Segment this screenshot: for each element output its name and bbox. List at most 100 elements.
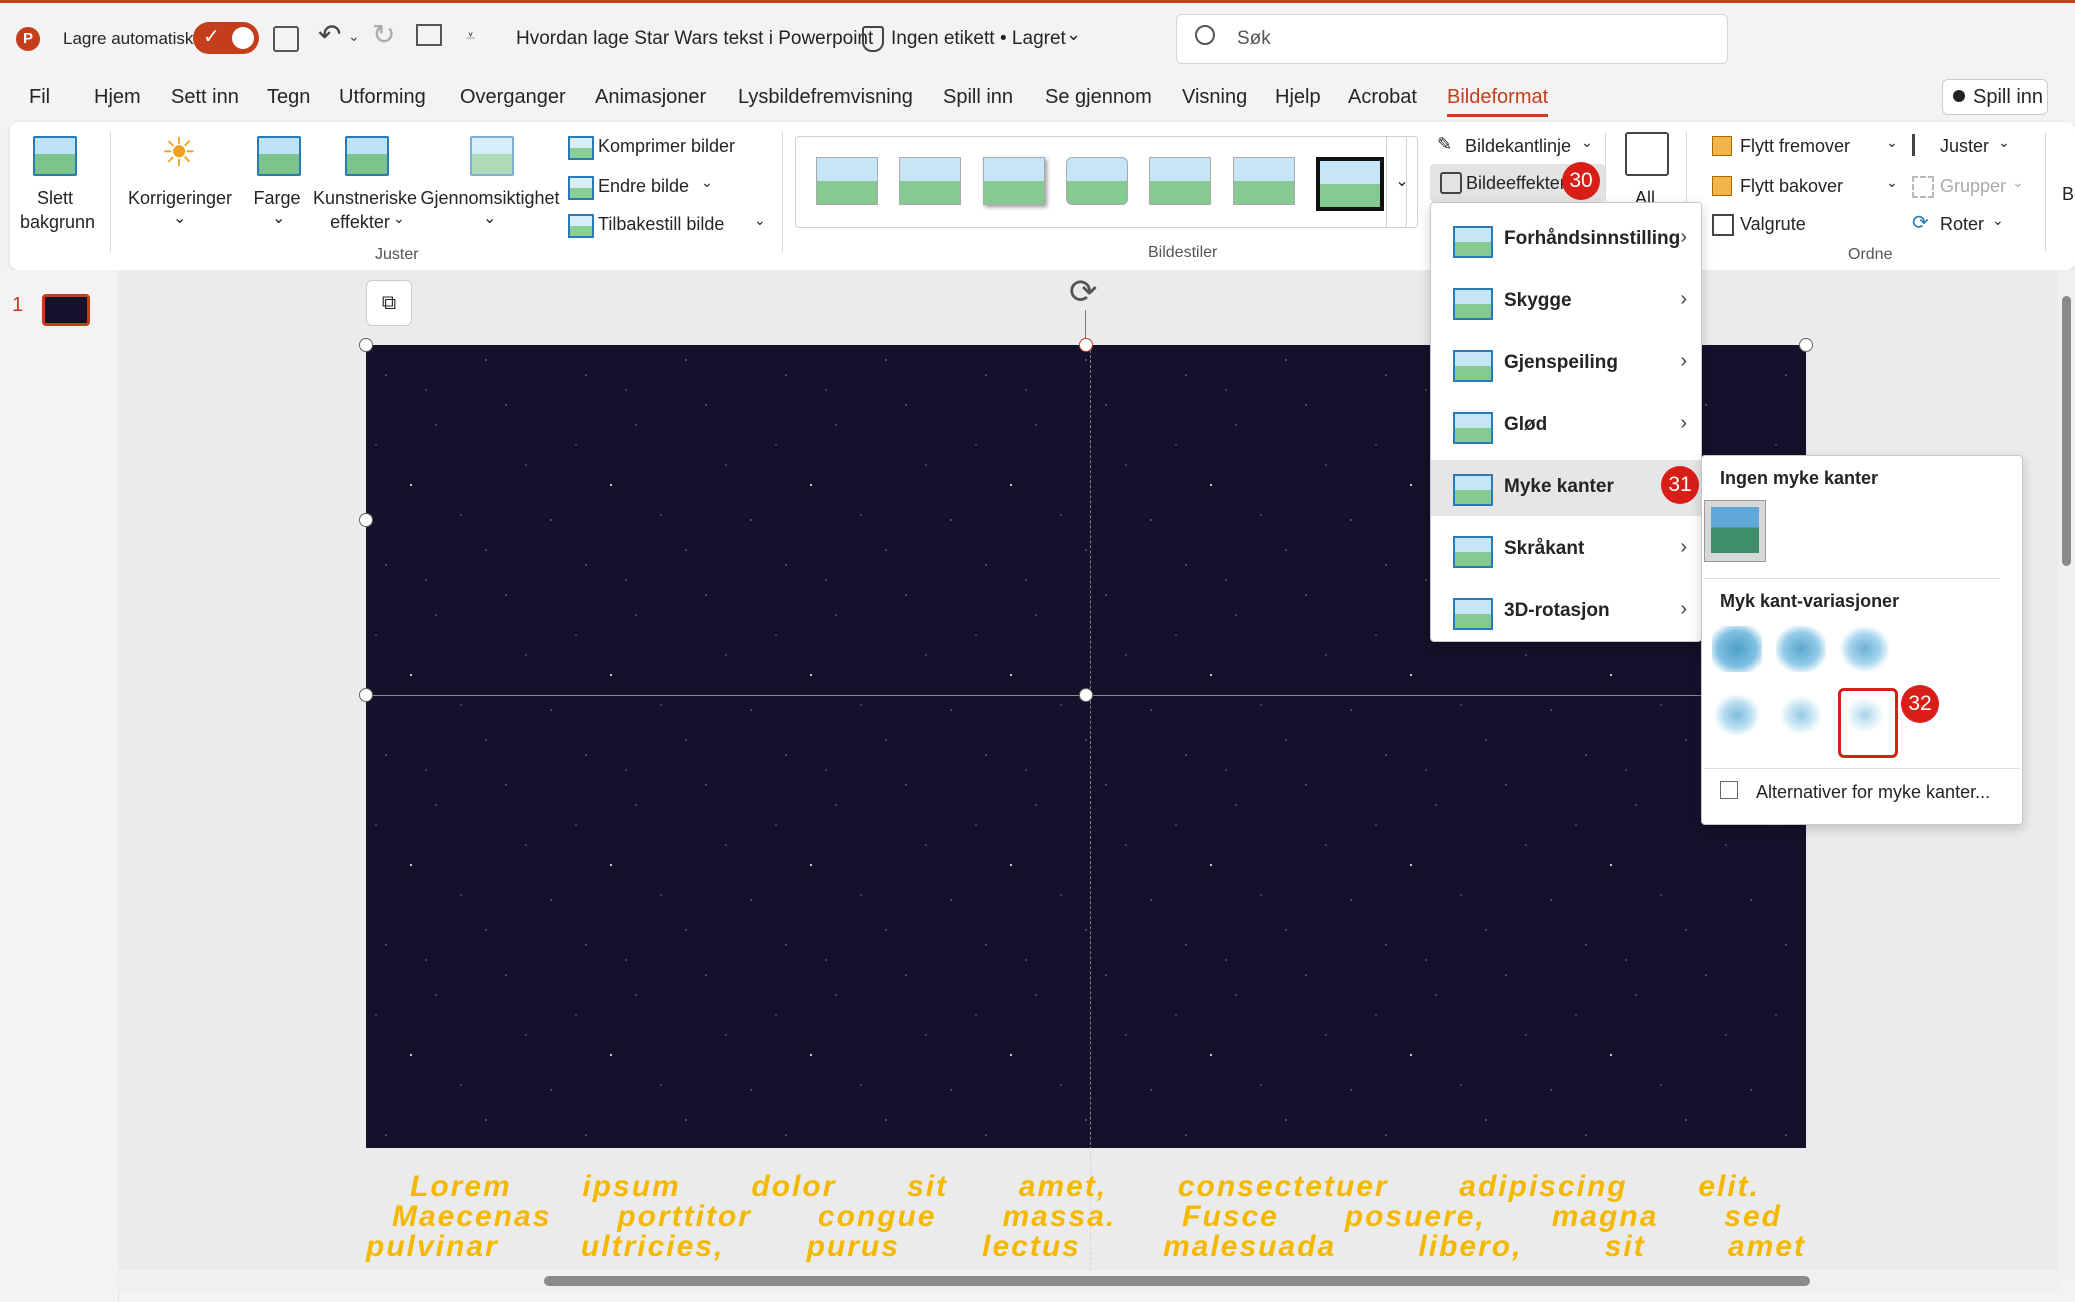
resize-handle-center[interactable] <box>1079 688 1093 702</box>
chevron-down-icon: ⌄ <box>701 174 713 190</box>
autosave-toggle[interactable]: ✓ <box>193 22 259 54</box>
present-icon[interactable] <box>416 24 442 46</box>
send-backward-button[interactable]: Flytt bakover ⌄ <box>1710 172 1910 202</box>
menu-item-glow[interactable]: Glød › <box>1431 398 1701 454</box>
tab-overganger[interactable]: Overganger <box>460 86 566 109</box>
soft-edge-option-3[interactable] <box>1840 626 1890 672</box>
resize-handle-w[interactable] <box>359 688 373 702</box>
tab-bildeformat[interactable]: Bildeformat <box>1447 86 1549 117</box>
align-button[interactable]: Juster ⌄ <box>1910 132 2020 162</box>
crawl-text-line-3[interactable]: pulvinar ultricies, purus lectus malesua… <box>366 1230 1806 1264</box>
redo-icon[interactable]: ↻ <box>372 18 395 51</box>
saved-status[interactable]: • Lagret <box>1000 28 1066 50</box>
record-icon <box>1953 90 1965 102</box>
cut-off-label: Be <box>2062 184 2075 204</box>
selection-pane-button[interactable]: Valgrute <box>1710 210 1840 240</box>
rotate-button[interactable]: ⟳ Roter ⌄ <box>1910 210 2020 240</box>
no-soft-edges-thumb <box>1711 507 1759 553</box>
crawl-text-line-2[interactable]: Maecenas porttitor congue massa. Fusce p… <box>392 1200 1782 1234</box>
soft-edge-option-4[interactable] <box>1712 692 1762 738</box>
change-picture-label: Endre bilde <box>598 176 690 196</box>
menu-item-bevel[interactable]: Skråkant › <box>1431 522 1701 578</box>
group-button[interactable]: Grupper ⌄ <box>1910 172 2030 202</box>
tab-lysbildefremvisning[interactable]: Lysbildefremvisning <box>738 86 913 109</box>
soft-edge-option-5[interactable] <box>1776 692 1826 738</box>
picture-border-label: Bildekantlinje <box>1465 136 1572 156</box>
crawl-text-line-1[interactable]: Lorem ipsum dolor sit amet, consectetuer… <box>410 1170 1760 1204</box>
options-checkbox[interactable] <box>1720 781 1738 799</box>
bring-forward-label: Flytt fremover <box>1740 136 1851 156</box>
resize-handle-ne[interactable] <box>1799 338 1813 352</box>
designer-icon[interactable]: ⧉ <box>366 280 412 326</box>
alt-text-icon <box>1625 132 1669 176</box>
picture-style-3[interactable] <box>983 157 1045 205</box>
slide-number: 1 <box>12 294 24 316</box>
soft-edge-options-link[interactable]: Alternativer for myke kanter... <box>1756 782 1990 803</box>
menu-item-preset[interactable]: Forhåndsinnstilling › <box>1431 212 1701 268</box>
no-soft-edges-option[interactable] <box>1704 500 1766 562</box>
menu-item-shadow[interactable]: Skygge › <box>1431 274 1701 330</box>
rotate-icon: ⟳ <box>1912 212 1929 234</box>
soft-edge-option-1[interactable] <box>1712 626 1762 672</box>
picture-styles-gallery[interactable] <box>795 136 1407 228</box>
soft-edge-option-2[interactable] <box>1776 626 1826 672</box>
compress-pictures-button[interactable]: Komprimer bilder <box>566 132 766 162</box>
horizontal-scrollbar[interactable] <box>118 1270 2058 1292</box>
resize-handle-nw[interactable] <box>359 338 373 352</box>
search-input[interactable]: Søk <box>1237 28 1271 50</box>
no-soft-edges-heading: Ingen myke kanter <box>1720 468 1879 488</box>
resize-handle-n[interactable] <box>1079 338 1093 352</box>
tab-fil[interactable]: Fil <box>29 86 50 109</box>
checkmark-icon: ✓ <box>203 26 220 48</box>
chevron-down-icon[interactable]: ⌄ <box>1066 24 1081 45</box>
bring-forward-button[interactable]: Flytt fremover ⌄ <box>1710 132 1910 162</box>
tab-hjelp[interactable]: Hjelp <box>1275 86 1321 109</box>
picture-style-2[interactable] <box>899 157 961 205</box>
search-icon <box>1195 25 1215 45</box>
menu-item-3d-rotation[interactable]: 3D-rotasjon › <box>1431 584 1701 640</box>
chevron-down-icon: ⌄ <box>1992 212 2004 228</box>
tab-utforming[interactable]: Utforming <box>339 86 426 109</box>
gallery-more-button[interactable]: ⌄ <box>1386 136 1418 228</box>
step-badge-31: 31 <box>1661 466 1699 504</box>
save-icon[interactable] <box>273 26 299 52</box>
picture-style-7[interactable] <box>1316 157 1384 211</box>
tab-se-gjennom[interactable]: Se gjennom <box>1045 86 1152 109</box>
record-button[interactable]: Spill inn <box>1942 79 2048 115</box>
chevron-down-icon: ⌄ <box>1886 134 1898 150</box>
vertical-scroll-thumb[interactable] <box>2062 296 2071 566</box>
color-button[interactable]: Farge ⌄ <box>242 130 312 250</box>
record-label: Spill inn <box>1973 86 2044 108</box>
picture-style-6[interactable] <box>1233 157 1295 205</box>
artistic-effects-button[interactable]: Kunstneriske effekter ⌄ <box>305 130 425 250</box>
undo-icon[interactable]: ↶ <box>318 18 341 51</box>
customize-qat-icon[interactable]: ⩡ <box>466 28 475 46</box>
chevron-right-icon: › <box>1680 288 1687 310</box>
slide-thumbnail[interactable] <box>42 294 90 326</box>
tab-acrobat[interactable]: Acrobat <box>1348 86 1417 109</box>
transparency-button[interactable]: Gjennomsiktighet ⌄ <box>415 130 565 250</box>
picture-style-4[interactable] <box>1066 157 1128 205</box>
tab-visning[interactable]: Visning <box>1182 86 1247 109</box>
picture-border-button[interactable]: ✎ Bildekantlinje ⌄ <box>1435 132 1593 162</box>
search-box[interactable]: Søk <box>1176 14 1728 64</box>
tab-spill-inn[interactable]: Spill inn <box>943 86 1013 109</box>
vertical-scrollbar[interactable] <box>2058 270 2075 1280</box>
undo-dropdown-icon[interactable]: ⌄ <box>348 28 360 45</box>
remove-background-button[interactable]: Slett bakgrunn <box>20 130 95 250</box>
resize-handle-w-upper[interactable] <box>359 513 373 527</box>
change-picture-button[interactable]: Endre bilde ⌄ <box>566 172 766 202</box>
menu-item-reflection[interactable]: Gjenspeiling › <box>1431 336 1701 392</box>
tab-animasjoner[interactable]: Animasjoner <box>595 86 706 109</box>
rotate-handle-icon[interactable]: ⟳ <box>1069 272 1098 312</box>
picture-style-1[interactable] <box>816 157 878 205</box>
reset-picture-button[interactable]: Tilbakestill bilde ⌄ <box>566 210 776 240</box>
picture-style-5[interactable] <box>1149 157 1211 205</box>
sensitivity-label[interactable]: Ingen etikett <box>891 28 995 50</box>
chevron-right-icon: › <box>1680 226 1687 248</box>
tab-hjem[interactable]: Hjem <box>94 86 141 109</box>
corrections-button[interactable]: ☀ Korrigeringer ⌄ <box>125 130 235 250</box>
horizontal-scroll-thumb[interactable] <box>544 1276 1810 1286</box>
tab-tegn[interactable]: Tegn <box>267 86 310 109</box>
tab-sett-inn[interactable]: Sett inn <box>171 86 239 109</box>
